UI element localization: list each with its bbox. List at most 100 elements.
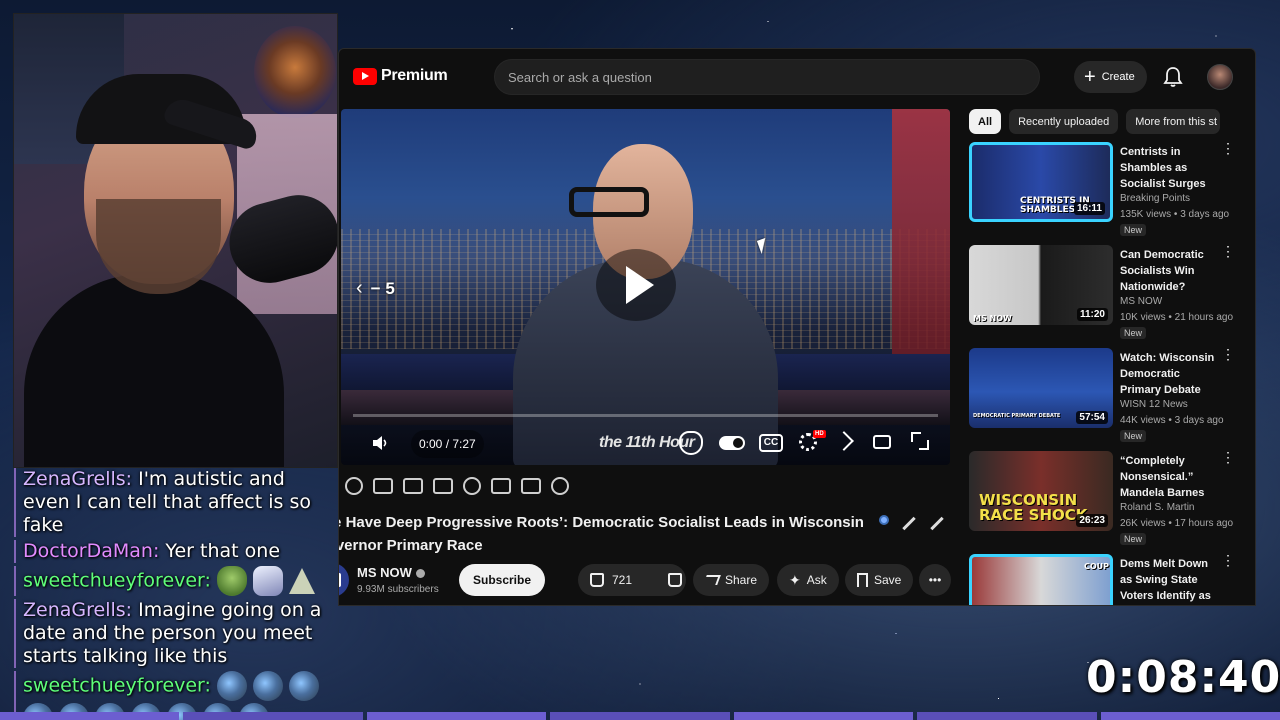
chip-all[interactable]: All bbox=[969, 109, 1002, 134]
dislike-button[interactable] bbox=[656, 564, 694, 596]
youtube-topbar: Premium + Create bbox=[339, 49, 1255, 105]
kebab-menu-icon[interactable]: ⋮ bbox=[1221, 141, 1235, 155]
webcam-poster bbox=[254, 26, 336, 118]
channel-name[interactable]: MS NOW bbox=[1120, 296, 1162, 307]
thumbs-down-icon bbox=[668, 573, 683, 587]
clapperboard-icon[interactable] bbox=[403, 478, 423, 494]
theater-mode-icon[interactable] bbox=[873, 435, 891, 449]
kebab-menu-icon[interactable]: ⋮ bbox=[1221, 244, 1235, 258]
account-avatar[interactable] bbox=[1207, 64, 1233, 90]
subscribe-button[interactable]: Subscribe bbox=[459, 564, 546, 596]
plus-icon: + bbox=[1084, 66, 1096, 88]
video-duration: 26:23 bbox=[1076, 514, 1108, 527]
streamer-webcam bbox=[13, 13, 338, 468]
logo-text: Premium bbox=[381, 67, 448, 84]
subtitles-cc-button[interactable]: CC bbox=[759, 434, 783, 452]
chat-message: ZenaGrells: Imagine going on a date and … bbox=[14, 599, 334, 668]
video-title: ‘We Have Deep Progressive Roots’: Democr… bbox=[339, 514, 864, 554]
recommended-video[interactable]: COUP Dems Melt Down as Swing State Voter… bbox=[969, 553, 1249, 605]
seek-back-indicator: ‹ − 5 bbox=[356, 277, 395, 300]
video-title[interactable]: Watch: Wisconsin Democratic Primary Deba… bbox=[1120, 350, 1222, 398]
more-actions-button[interactable]: ••• bbox=[919, 564, 951, 596]
share-label: Share bbox=[725, 573, 758, 587]
progress-bar[interactable] bbox=[353, 414, 938, 417]
video-thumbnail[interactable]: MS NOW 11:20 bbox=[969, 245, 1113, 325]
video-thumbnail[interactable]: COUP bbox=[969, 554, 1113, 605]
kebab-menu-icon[interactable]: ⋮ bbox=[1221, 347, 1235, 361]
save-button[interactable]: Save bbox=[845, 564, 914, 596]
extension-gear-icon[interactable] bbox=[551, 477, 569, 495]
video-thumbnail[interactable]: WISCONSIN RACE SHOCK 26:23 bbox=[969, 451, 1113, 531]
channel-name[interactable]: Roland S. Martin bbox=[1120, 502, 1194, 513]
volume-icon[interactable] bbox=[371, 434, 389, 452]
video-duration: 16:11 bbox=[1073, 202, 1105, 215]
new-badge: New bbox=[1120, 533, 1147, 545]
like-count: 721 bbox=[612, 573, 633, 587]
play-button-large[interactable] bbox=[596, 249, 676, 321]
search-box[interactable] bbox=[494, 59, 1040, 95]
title-tools bbox=[879, 515, 945, 530]
like-dislike-group: 721 bbox=[578, 564, 686, 596]
player-controls: 0:00 / 7:27 the 11th Hour CC HD bbox=[341, 424, 950, 464]
aspect-ratio-icon[interactable] bbox=[433, 478, 453, 494]
channel-name[interactable]: MS NOW bbox=[357, 565, 425, 580]
ask-button[interactable]: ✦ Ask bbox=[777, 564, 839, 596]
search-input[interactable] bbox=[508, 69, 1039, 85]
red-building bbox=[892, 109, 950, 359]
bookmark-icon bbox=[857, 573, 868, 587]
bottom-accent-strip bbox=[0, 712, 1280, 720]
video-title[interactable]: Centrists in Shambles as Socialist Surge… bbox=[1120, 144, 1222, 192]
channel-avatar[interactable] bbox=[339, 563, 349, 597]
video-thumbnail[interactable]: DEMOCRATIC PRIMARY DEBATE 57:54 bbox=[969, 348, 1113, 428]
channel-name[interactable]: Breaking Points bbox=[1120, 193, 1190, 204]
video-duration: 11:20 bbox=[1076, 308, 1108, 321]
audio-icon[interactable] bbox=[345, 477, 363, 495]
video-meta: 135K views • 3 days ago bbox=[1120, 209, 1230, 220]
share-arrow-icon bbox=[703, 575, 721, 585]
chat-message: ZenaGrells: I'm autistic and even I can … bbox=[14, 468, 334, 537]
thumbnail-text: WISCONSIN RACE SHOCK bbox=[979, 491, 1088, 524]
autoplay-toggle[interactable] bbox=[719, 436, 745, 450]
chat-message: sweetchueyforever: bbox=[14, 566, 334, 596]
notifications-bell-icon[interactable] bbox=[1163, 66, 1183, 88]
video-player[interactable]: ‹ − 5 0:00 / 7:27 the 11th Hour CC HD bbox=[341, 109, 950, 465]
channel-name[interactable]: WISN 12 News bbox=[1120, 399, 1188, 410]
chat-username: DoctorDaMan bbox=[23, 540, 153, 562]
channel-logo-icon bbox=[339, 573, 341, 587]
chat-username: ZenaGrells bbox=[23, 599, 126, 621]
screenshot-camera-icon[interactable] bbox=[521, 478, 541, 494]
recommended-video[interactable]: DEMOCRATIC PRIMARY DEBATE 57:54 Watch: W… bbox=[969, 347, 1249, 451]
video-title[interactable]: Can Democratic Socialists Win Nationwide… bbox=[1120, 247, 1222, 295]
recommended-video[interactable]: MS NOW 11:20 Can Democratic Socialists W… bbox=[969, 244, 1249, 348]
speed-icon[interactable] bbox=[463, 477, 481, 495]
chip-more-from-this[interactable]: More from this st bbox=[1126, 109, 1221, 134]
shield-icon[interactable] bbox=[679, 431, 703, 455]
like-button[interactable]: 721 bbox=[578, 564, 644, 596]
thumbnail-text: MS NOW bbox=[973, 314, 1012, 323]
kebab-menu-icon[interactable]: ⋮ bbox=[1221, 553, 1235, 567]
video-thumbnail[interactable]: CENTRISTS IN SHAMBLES 16:11 bbox=[969, 142, 1113, 222]
triangle-emote-icon bbox=[289, 568, 316, 594]
pencil-icon[interactable] bbox=[902, 516, 916, 530]
recommended-video[interactable]: CENTRISTS IN SHAMBLES 16:11 Centrists in… bbox=[969, 141, 1249, 245]
kebab-menu-icon[interactable]: ⋮ bbox=[1221, 450, 1235, 464]
save-label: Save bbox=[874, 573, 902, 587]
video-settings-icon[interactable] bbox=[373, 478, 393, 494]
recommendations-list: CENTRISTS IN SHAMBLES 16:11 Centrists in… bbox=[969, 141, 1249, 605]
thumbnail-text: DEMOCRATIC PRIMARY DEBATE bbox=[973, 413, 1061, 419]
video-title[interactable]: “Completely Nonsensical.” Mandela Barnes bbox=[1120, 453, 1222, 501]
edit-icon[interactable] bbox=[930, 516, 944, 530]
add-icon[interactable] bbox=[491, 478, 511, 494]
more-horizontal-icon: ••• bbox=[928, 573, 942, 587]
goblin-emote-icon bbox=[217, 566, 247, 596]
channel-row: MS NOW 9.93M subscribers Subscribe 721 S… bbox=[339, 563, 955, 599]
youtube-logo[interactable]: Premium bbox=[353, 67, 448, 85]
recommended-video[interactable]: WISCONSIN RACE SHOCK 26:23 “Completely N… bbox=[969, 450, 1249, 554]
chip-recently-uploaded[interactable]: Recently uploaded bbox=[1009, 109, 1119, 134]
video-title[interactable]: Dems Melt Down as Swing State Voters Ide… bbox=[1120, 556, 1222, 604]
chat-username: ZenaGrells bbox=[23, 468, 126, 490]
create-button[interactable]: + Create bbox=[1074, 61, 1147, 93]
fullscreen-icon[interactable] bbox=[911, 432, 929, 450]
share-button[interactable]: Share bbox=[693, 564, 770, 596]
miniplayer-icon[interactable] bbox=[834, 431, 854, 451]
